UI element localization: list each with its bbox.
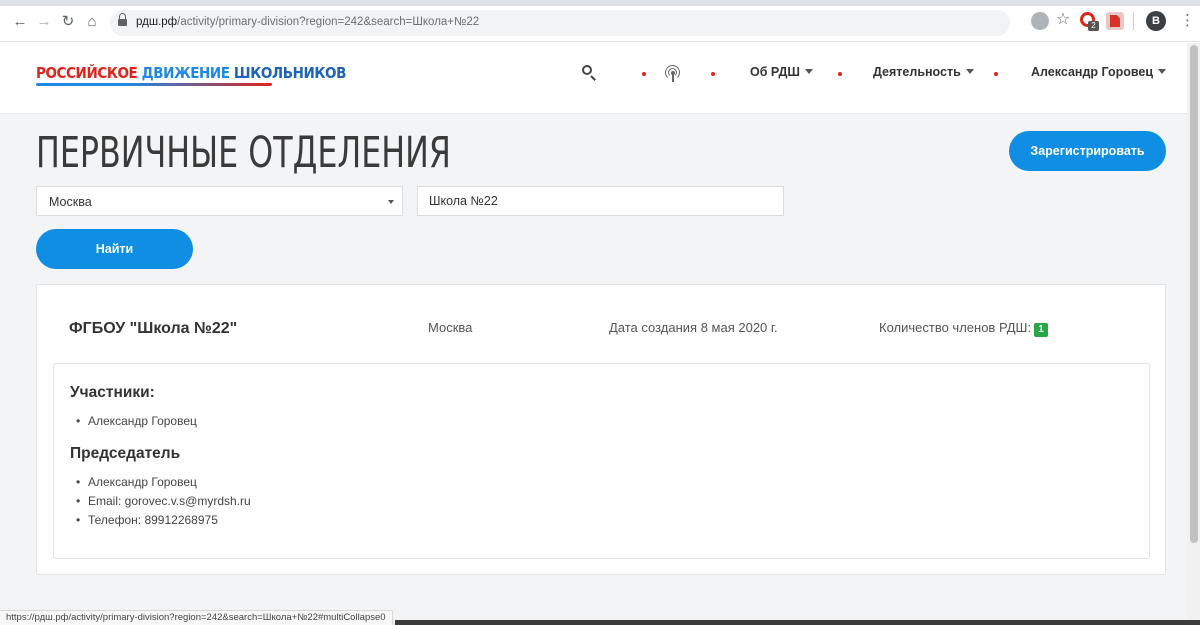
forward-icon[interactable]: → — [36, 14, 52, 30]
star-icon[interactable]: ☆ — [1054, 11, 1072, 29]
opera-extension-icon[interactable]: 2 — [1080, 12, 1099, 31]
list-item: Телефон: 89912268975 — [76, 511, 251, 530]
region-select[interactable]: Москва — [36, 186, 403, 216]
taskbar-strip — [395, 620, 1200, 625]
chair-heading: Председатель — [70, 445, 181, 462]
broadcast-icon[interactable] — [664, 64, 682, 82]
members-count-badge: 1 — [1034, 323, 1049, 337]
division-details: Участники: Александр Горовец Председател… — [53, 363, 1150, 559]
participants-heading: Участники: — [70, 384, 155, 401]
participants-list: Александр Горовец — [76, 412, 197, 431]
division-card: ФГБОУ "Школа №22" Москва Дата создания 8… — [36, 284, 1166, 575]
browser-toolbar: ← → ↻ ⌂ рдш.рф/activity/primary-division… — [0, 0, 1200, 42]
page-scrollbar[interactable] — [1187, 43, 1200, 620]
url-path: /activity/primary-division?region=242&se… — [177, 16, 480, 28]
register-button[interactable]: Зарегистрировать — [1009, 131, 1166, 171]
profile-avatar[interactable]: B — [1146, 11, 1166, 31]
region-select-value: Москва — [49, 195, 92, 209]
site-header: Российское движение школьников Об РДШ Де… — [0, 42, 1200, 114]
logo-word-2: движение — [141, 64, 230, 82]
back-icon[interactable]: ← — [12, 14, 28, 30]
toolbar-divider — [1133, 12, 1134, 30]
status-bar-url: https://рдш.рф/activity/primary-division… — [0, 610, 393, 625]
menu-icon[interactable]: ⋮ — [1180, 11, 1195, 31]
list-item: Email: gorovec.v.s@myrdsh.ru — [76, 492, 251, 511]
logo-underline — [35, 83, 273, 86]
chevron-down-icon — [804, 69, 813, 74]
division-name[interactable]: ФГБОУ "Школа №22" — [69, 320, 237, 338]
menu-separator-dot — [711, 72, 715, 76]
chevron-down-icon — [965, 69, 974, 74]
list-item: Александр Горовец — [76, 412, 197, 431]
url-host: рдш.рф — [136, 16, 178, 28]
search-input[interactable] — [417, 186, 784, 216]
menu-separator-dot — [838, 72, 842, 76]
search-icon[interactable] — [580, 64, 598, 82]
chevron-down-icon — [388, 200, 394, 204]
members-label: Количество членов РДШ: — [879, 320, 1032, 335]
chair-list: Александр Горовец Email: gorovec.v.s@myr… — [76, 473, 251, 530]
extension-icon[interactable] — [1031, 12, 1049, 30]
lock-icon[interactable] — [118, 13, 127, 28]
logo-word-1: Российское — [36, 64, 138, 82]
division-members: Количество членов РДШ: 1 — [879, 320, 1049, 337]
home-icon[interactable]: ⌂ — [84, 14, 100, 30]
chevron-down-icon — [1158, 69, 1167, 74]
logo-word-3: школьников — [233, 64, 346, 82]
reload-icon[interactable]: ↻ — [60, 14, 76, 30]
menu-user[interactable]: Александр Горовец — [1031, 65, 1167, 79]
page-title: ПЕРВИЧНЫЕ ОТДЕЛЕНИЯ — [36, 128, 451, 178]
menu-about[interactable]: Об РДШ — [750, 65, 813, 79]
division-created-date: Дата создания 8 мая 2020 г. — [609, 320, 778, 335]
find-button[interactable]: Найти — [36, 229, 193, 269]
address-url: рдш.рф/activity/primary-division?region=… — [136, 16, 479, 28]
menu-about-label: Об РДШ — [750, 65, 800, 79]
scrollbar-thumb[interactable] — [1190, 45, 1198, 543]
extension-badge: 2 — [1088, 21, 1099, 31]
division-city: Москва — [428, 320, 473, 335]
menu-separator-dot — [642, 72, 646, 76]
site-logo[interactable]: Российское движение школьников — [36, 64, 346, 82]
pdf-extension-icon[interactable] — [1106, 12, 1124, 30]
menu-user-label: Александр Горовец — [1031, 65, 1154, 79]
list-item: Александр Горовец — [76, 473, 251, 492]
menu-activity-label: Деятельность — [873, 65, 961, 79]
tab-strip — [0, 0, 1200, 6]
address-bar[interactable]: рдш.рф/activity/primary-division?region=… — [110, 10, 1010, 36]
menu-separator-dot — [994, 72, 998, 76]
menu-activity[interactable]: Деятельность — [873, 65, 974, 79]
